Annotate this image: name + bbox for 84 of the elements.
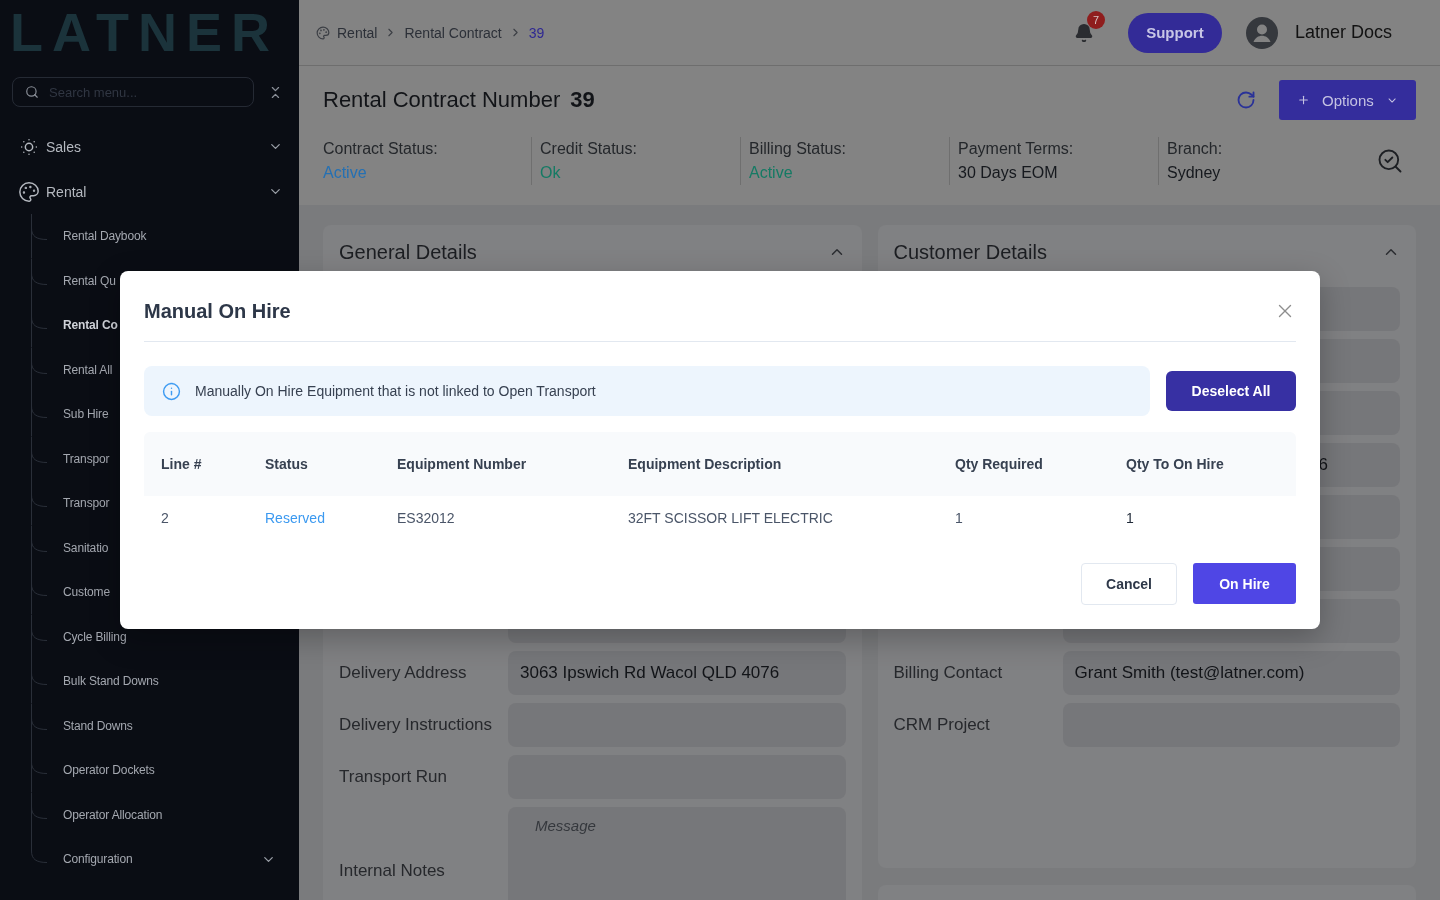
column-header: Status: [264, 456, 309, 472]
table-cell-text: 2: [160, 510, 170, 526]
sidebar-item[interactable]: Configuration: [63, 851, 276, 867]
sidebar-item[interactable]: Custome: [63, 585, 110, 600]
tree-line: [31, 570, 47, 615]
status-cell-text: Reserved: [264, 510, 326, 526]
tree-line: [31, 303, 47, 348]
options-button[interactable]: Options: [1279, 80, 1416, 120]
sidebar-item[interactable]: Rental Daybook: [63, 229, 147, 244]
search-icon: [25, 85, 39, 99]
sidebar-item[interactable]: Sub Hire: [63, 407, 109, 422]
support-button[interactable]: Support: [1127, 12, 1222, 53]
status-value: Active: [749, 163, 793, 183]
status-value: Ok: [540, 163, 561, 183]
bell-icon[interactable]: [1073, 22, 1094, 43]
status-value: 30 Days EOM: [958, 163, 1058, 183]
sidebar-item[interactable]: Rental Qu: [63, 273, 116, 288]
input-field[interactable]: Grant Smith (test@latner.com): [1062, 651, 1400, 695]
sidebar-item[interactable]: Transpor: [63, 496, 110, 511]
text-area[interactable]: Message: [508, 807, 846, 900]
tree-line: [31, 481, 47, 526]
sidebar-item[interactable]: Rental All: [63, 362, 113, 377]
sidebar-item[interactable]: Sanitatio: [63, 540, 109, 555]
field-label: Transport Run: [339, 767, 448, 787]
palette-icon: [316, 25, 330, 40]
breadcrumb-link[interactable]: Rental: [337, 24, 378, 41]
status-label: Payment Terms:: [958, 139, 1074, 159]
refresh-icon[interactable]: [1236, 90, 1256, 110]
field-label: Internal Notes: [339, 861, 445, 881]
table-cell-text: ES32012: [396, 510, 456, 526]
tree-line: [31, 392, 47, 437]
field-label: Delivery Instructions: [339, 715, 493, 735]
field-label: Billing Contact: [893, 663, 1003, 683]
breadcrumb-link[interactable]: Rental Contract: [404, 24, 502, 41]
column-header: Equipment Description: [627, 456, 783, 472]
tree-line: [31, 347, 47, 392]
sidebar-item[interactable]: Bulk Stand Downs: [63, 674, 159, 689]
table-cell-text: 32FT SCISSOR LIFT ELECTRIC: [627, 510, 834, 526]
notification-badge: 7: [1086, 10, 1105, 29]
status-label: Branch:: [1167, 139, 1223, 159]
on-hire-button[interactable]: On Hire: [1193, 563, 1296, 604]
sidebar-item[interactable]: Operator Allocation: [63, 807, 163, 822]
column-header: Qty Required: [954, 456, 1044, 472]
deselect-all-button[interactable]: Deselect All: [1166, 371, 1296, 411]
status-value: Active: [323, 163, 367, 183]
status-label: Credit Status:: [540, 139, 637, 159]
sidebar-item[interactable]: Rental: [0, 169, 299, 214]
user-name[interactable]: Latner Docs: [1294, 22, 1392, 43]
page-title: Rental Contract Number: [323, 87, 561, 113]
tree-line: [31, 436, 47, 481]
info-icon: [162, 381, 181, 401]
input-field[interactable]: 3063 Ipswich Rd Wacol QLD 4076: [508, 651, 846, 695]
avatar-icon[interactable]: [1245, 16, 1278, 49]
cancel-button[interactable]: Cancel: [1081, 563, 1177, 605]
status-value: Sydney: [1167, 163, 1221, 183]
sidebar-item[interactable]: Transpor: [63, 451, 110, 466]
tree-line: [31, 525, 47, 570]
field-label: CRM Project: [893, 715, 990, 735]
sidebar-item[interactable]: Operator Dockets: [63, 763, 155, 778]
tree-line: [31, 748, 47, 793]
card-title: Customer Details: [893, 240, 1047, 264]
sidebar-item[interactable]: Stand Downs: [63, 718, 133, 733]
tree-line: [31, 258, 47, 303]
sidebar-item[interactable]: Rental Co: [63, 318, 118, 333]
sidebar-item[interactable]: Cycle Billing: [63, 629, 127, 644]
info-message: Manually On Hire Equipment that is not linked to Open Transport: [195, 383, 596, 399]
contract-number: 39: [570, 87, 595, 113]
tree-line: [31, 659, 47, 704]
tree-line: [31, 614, 47, 659]
status-label: Billing Status:: [749, 139, 846, 159]
column-header: Equipment Number: [396, 456, 528, 472]
search-check-icon[interactable]: [1376, 147, 1404, 175]
column-header: Qty To On Hire: [1125, 456, 1225, 472]
tree-line: [31, 214, 47, 259]
tree-line: [31, 703, 47, 748]
table-cell-text: 1: [954, 510, 964, 526]
dialog-title: Manual On Hire: [144, 299, 291, 324]
status-label: Contract Status:: [323, 139, 438, 159]
palette-icon: [18, 180, 40, 203]
column-header: Line #: [160, 456, 203, 472]
sidebar-item[interactable]: Sales: [0, 124, 299, 169]
card-title: General Details: [339, 240, 477, 264]
table-cell-text: 1: [1125, 510, 1135, 526]
field-label: Delivery Address: [339, 663, 467, 683]
